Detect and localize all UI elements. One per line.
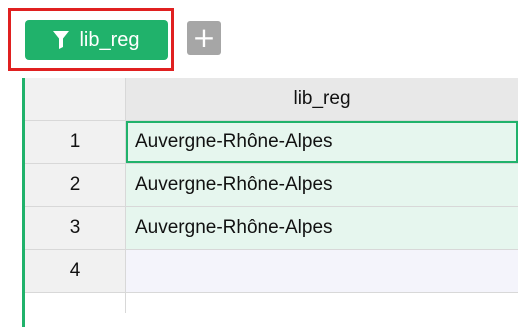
funnel-icon [53,31,70,49]
row-number[interactable]: 2 [25,164,126,206]
table-cell[interactable]: Auvergne-Rhône-Alpes [126,164,518,206]
table-row: 1 Auvergne-Rhône-Alpes [25,120,518,163]
filter-button-label: lib_reg [79,28,140,51]
table-row: 3 Auvergne-Rhône-Alpes [25,206,518,249]
table-row: 2 Auvergne-Rhône-Alpes [25,163,518,206]
row-number[interactable]: 1 [25,121,126,163]
table-cell-empty[interactable] [126,250,518,292]
add-filter-button[interactable]: + [187,21,221,55]
plus-icon: + [192,21,216,54]
toolbar: lib_reg + [0,0,518,78]
corner-cell[interactable] [25,78,126,120]
table-row: 4 [25,249,518,292]
table-cell[interactable]: Auvergne-Rhône-Alpes [126,207,518,249]
row-number-empty [25,293,126,313]
filter-button[interactable]: lib_reg [25,20,168,60]
row-number[interactable]: 3 [25,207,126,249]
grid-header-row: lib_reg [25,78,518,120]
row-number[interactable]: 4 [25,250,126,292]
table-cell[interactable]: Auvergne-Rhône-Alpes [126,121,518,163]
grid-tail [25,292,518,313]
column-header-lib-reg[interactable]: lib_reg [126,78,518,120]
data-grid: lib_reg 1 Auvergne-Rhône-Alpes 2 Auvergn… [25,78,518,313]
